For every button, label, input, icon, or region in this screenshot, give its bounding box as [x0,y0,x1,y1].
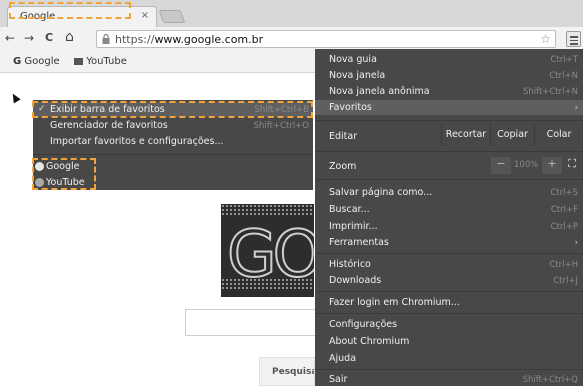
cut-button[interactable]: Recortar [441,124,490,146]
menu-item-tools[interactable]: Ferramentas › [315,235,583,250]
menu-item-incognito[interactable]: Nova janela anônima Shift+Ctrl+N [315,84,583,99]
submenu-item-label: Gerenciador de favoritos [50,120,168,131]
submenu-item-shortcut: Shift+Ctrl+O [253,121,309,131]
new-tab-button[interactable] [158,10,186,23]
menu-item-favorites[interactable]: Favoritos › [315,100,583,115]
fullscreen-icon[interactable]: ⛶ [563,157,581,174]
annotation-highlight [32,101,313,118]
menu-item-shortcut: Ctrl+F [550,205,578,215]
menu-item-shortcut: Ctrl+S [550,188,578,198]
submenu-item-import[interactable]: Importar favoritos e configurações... [33,134,313,149]
bookmark-label: YouTube [86,56,127,67]
menu-item-label: Configurações [329,319,398,330]
google-favicon: G [13,56,22,67]
bookmark-google[interactable]: G Google [13,56,60,67]
menu-item-shortcut: Ctrl+H [549,260,578,270]
submenu-item-bookmark-manager[interactable]: Gerenciador de favoritos Shift+Ctrl+O [33,118,313,133]
menu-item-label: Favoritos [329,102,372,113]
chrome-menu: Nova guia Ctrl+T Nova janela Ctrl+N Nova… [315,49,583,386]
google-doodle-logo: GO [221,204,314,297]
mouse-cursor [9,91,21,104]
submenu-arrow-icon: › [574,238,578,248]
menu-item-shortcut: Shift+Ctrl+Q [522,375,578,385]
paste-button[interactable]: Colar [534,124,583,146]
menu-item-label: Nova janela anônima [329,86,430,97]
menu-item-shortcut: Ctrl+J [553,276,578,286]
menu-item-downloads[interactable]: Downloads Ctrl+J [315,273,583,288]
menu-item-label: Ajuda [329,353,357,364]
bookmark-star-icon[interactable]: ☆ [540,32,551,46]
address-bar[interactable]: https://www.google.com.br ☆ [96,30,556,48]
bookmark-youtube[interactable]: YouTube [74,56,127,67]
copy-button[interactable]: Copiar [490,124,534,146]
menu-item-settings[interactable]: Configurações [315,317,583,332]
google-search-button[interactable]: Pesquisa [259,357,315,386]
menu-item-shortcut: Ctrl+N [549,71,578,81]
menu-item-label: Nova janela [329,70,386,81]
url-host: www.google.com.br [154,33,264,46]
menu-item-history[interactable]: Histórico Ctrl+H [315,257,583,272]
zoom-level: 100% [514,160,539,170]
bookmark-label: Google [24,56,60,67]
menu-item-shortcut: Ctrl+P [550,222,578,232]
chrome-menu-button[interactable] [566,31,581,47]
reload-icon[interactable]: C [45,31,53,44]
menu-item-label: About Chromium [329,336,410,347]
menu-item-help[interactable]: Ajuda [315,351,583,366]
menu-item-label: Zoom [329,161,357,172]
menu-item-about[interactable]: About Chromium [315,334,583,349]
url-scheme: https:// [115,33,155,46]
menu-item-label: Histórico [329,259,371,270]
menu-item-new-tab[interactable]: Nova guia Ctrl+T [315,52,583,67]
menu-item-label: Nova guia [329,54,377,65]
lock-icon [102,34,110,44]
submenu-arrow-icon: › [574,103,578,113]
menu-item-shortcut: Shift+Ctrl+N [522,87,578,97]
menu-item-exit[interactable]: Sair Shift+Ctrl+Q [315,372,583,386]
menu-item-print[interactable]: Imprimir... Ctrl+P [315,219,583,234]
youtube-favicon [74,57,83,65]
menu-item-new-window[interactable]: Nova janela Ctrl+N [315,68,583,83]
url-text: https://www.google.com.br [115,33,263,46]
home-icon[interactable]: ⌂ [65,29,74,45]
menu-item-label: Fazer login em Chromium... [329,297,460,308]
annotation-highlight [9,2,131,19]
back-icon[interactable]: ← [5,31,15,45]
menu-item-label: Buscar... [329,204,370,215]
menu-item-save-page[interactable]: Salvar página como... Ctrl+S [315,185,583,200]
menu-item-label: Ferramentas [329,237,389,248]
zoom-in-button[interactable]: + [542,157,562,174]
menu-item-find[interactable]: Buscar... Ctrl+F [315,202,583,217]
menu-item-label: Sair [329,374,348,385]
forward-icon[interactable]: → [24,31,34,45]
google-search-input[interactable] [185,309,325,336]
menu-item-label: Downloads [329,275,382,286]
submenu-item-label: Importar favoritos e configurações... [50,136,224,147]
menu-item-sign-in[interactable]: Fazer login em Chromium... [315,295,583,310]
tab-close-icon[interactable]: × [141,10,149,21]
menu-item-label: Imprimir... [329,221,378,232]
menu-item-label: Editar [329,131,358,142]
annotation-highlight [32,158,96,190]
zoom-out-button[interactable]: − [491,157,511,174]
menu-item-shortcut: Ctrl+T [550,55,578,65]
menu-item-label: Salvar página como... [329,187,433,198]
